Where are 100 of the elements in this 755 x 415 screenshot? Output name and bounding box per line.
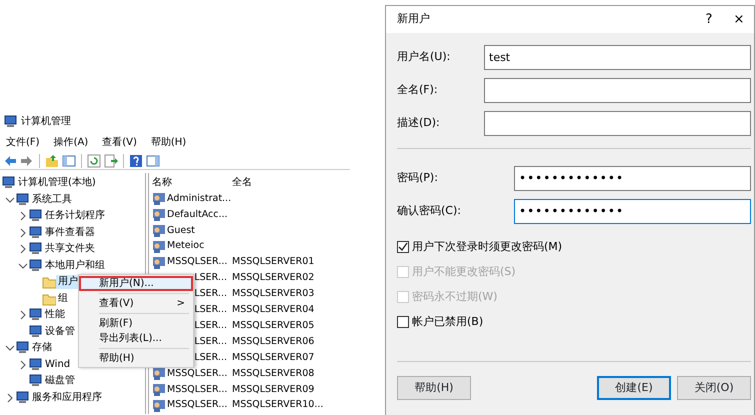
- user-icon: [152, 208, 165, 222]
- back-arrow-icon[interactable]: [3, 154, 17, 168]
- table-cell: MSSQLSERVER04: [232, 304, 314, 316]
- column-header[interactable]: 全名: [232, 176, 252, 188]
- tree-item[interactable]: 服务和应用程序: [30, 390, 104, 405]
- collapse-chevron-icon[interactable]: [5, 194, 15, 205]
- table-cell-text: LSER...: [194, 318, 227, 333]
- password-field[interactable]: •••••••••••••: [514, 166, 751, 190]
- collapse-chevron-icon[interactable]: [5, 343, 15, 354]
- tree-node-icon: [16, 192, 30, 207]
- checkbox-label: 用户不能更改密码(S): [412, 264, 516, 280]
- table-cell: MSSQLSERVER08: [232, 368, 314, 379]
- expand-chevron-icon[interactable]: [18, 211, 28, 222]
- table-cell-text: LSER...: [194, 334, 227, 349]
- table-cell: MSSQLSERVER01: [232, 256, 314, 268]
- user-icon: [152, 367, 165, 380]
- expand-chevron-icon[interactable]: [18, 360, 28, 370]
- table-cell-text: Meteioc: [167, 239, 204, 254]
- column-header[interactable]: 名称: [152, 174, 172, 190]
- tree-item[interactable]: Wind: [43, 358, 72, 372]
- menu-item[interactable]: 查看(V) >: [79, 296, 193, 311]
- table-cell: MSSQLSERVER07: [232, 352, 314, 363]
- help-button[interactable]: ?: [694, 10, 724, 30]
- close-button[interactable]: ×: [724, 10, 754, 30]
- table-cell: MSSQLSERVER06: [232, 336, 314, 347]
- menu-item[interactable]: 查看(V): [102, 134, 137, 150]
- tree-item[interactable]: 磁盘管: [43, 374, 77, 388]
- field-label: 确认密码(C):: [397, 202, 462, 219]
- export-icon[interactable]: [104, 154, 118, 168]
- user-icon: [152, 240, 165, 254]
- collapse-chevron-icon[interactable]: [18, 260, 28, 271]
- tree-item[interactable]: 性能: [43, 308, 67, 322]
- field-label: 用户名(U):: [397, 48, 452, 65]
- panel-icon[interactable]: [62, 154, 76, 168]
- tree-item[interactable]: 事件查看器: [43, 226, 97, 240]
- refresh-icon[interactable]: [87, 154, 101, 168]
- tree-node-icon: [29, 324, 43, 339]
- tree-node-icon: [29, 242, 43, 256]
- table-cell: MSSQLSERVER03: [232, 288, 314, 300]
- tree-item[interactable]: 设备管: [43, 324, 77, 339]
- table-cell: LSER...: [194, 287, 227, 302]
- user-icon: [152, 383, 165, 396]
- forward-arrow-icon[interactable]: [20, 154, 34, 168]
- folder-up-icon[interactable]: [45, 154, 59, 168]
- checkbox[interactable]: [397, 316, 409, 328]
- folder-icon: [42, 292, 56, 306]
- table-cell: MSSQLSERVER09: [232, 384, 314, 394]
- table-cell: Guest: [167, 224, 195, 238]
- table-cell: LSER...: [194, 303, 227, 318]
- menu-item[interactable]: 文件(F): [6, 134, 40, 150]
- table-cell-text: Administrat...: [167, 192, 232, 206]
- menu-item[interactable]: 帮助(H): [150, 134, 186, 150]
- dialog-button[interactable]: 创建(E): [597, 376, 671, 400]
- tree-node-icon: [29, 374, 43, 388]
- help-icon[interactable]: [129, 154, 143, 168]
- window-title: 计算机管理: [21, 114, 71, 128]
- table-cell: MSSQLSERVER10...: [232, 399, 324, 410]
- field-label: 描述(D):: [397, 114, 441, 131]
- table-cell: MSSQLSERVER05: [232, 320, 314, 331]
- tree-item[interactable]: 计算机管理(本地): [16, 176, 98, 190]
- expand-chevron-icon[interactable]: [18, 310, 28, 320]
- table-cell-text: LSER...: [194, 271, 227, 286]
- dialog-button[interactable]: 关闭(O): [677, 376, 751, 400]
- tree-node-icon: [29, 358, 43, 372]
- input-field[interactable]: [484, 110, 751, 136]
- expand-chevron-icon[interactable]: [18, 228, 28, 238]
- user-icon: [152, 224, 165, 238]
- checkbox-label: 密码永不过期(W): [412, 288, 498, 305]
- expand-chevron-icon[interactable]: [5, 392, 15, 403]
- menu-item[interactable]: 新用户(N)...: [79, 276, 193, 291]
- expand-chevron-icon[interactable]: [18, 244, 28, 254]
- tree-item[interactable]: 系统工具: [30, 192, 74, 207]
- table-cell-text: MSSQLSER...: [167, 255, 228, 270]
- tree-item[interactable]: 共享文件夹: [43, 242, 97, 256]
- user-icon: [152, 256, 165, 269]
- tree-item[interactable]: 本地用户和组: [43, 258, 107, 273]
- field-label: 全名(F):: [397, 82, 439, 98]
- dialog-button[interactable]: 帮助(H): [397, 376, 471, 400]
- input-field[interactable]: [484, 78, 751, 102]
- tree-item[interactable]: 存储: [30, 341, 54, 356]
- tree-item[interactable]: 任务计划程序: [43, 209, 107, 224]
- checkbox[interactable]: [397, 241, 409, 253]
- table-cell-text: MSSQLSER...: [167, 382, 228, 396]
- table-cell-text: MSSQLSER...: [167, 398, 228, 412]
- tree-node-icon: [16, 390, 30, 405]
- table-cell: DefaultAcc...: [167, 208, 228, 222]
- menu-item[interactable]: 操作(A): [54, 134, 88, 150]
- checkbox-label: 用户下次登录时须更改密码(M): [412, 238, 562, 255]
- tree-item[interactable]: 组: [56, 292, 70, 306]
- menu-item[interactable]: 刷新(F): [79, 316, 193, 331]
- password-field[interactable]: •••••••••••••: [514, 198, 751, 224]
- input-field[interactable]: test: [484, 44, 751, 70]
- tree-item[interactable]: 用户: [56, 275, 80, 290]
- user-icon: [152, 192, 165, 206]
- menu-item[interactable]: 帮助(H): [79, 351, 193, 366]
- menu-item[interactable]: 导出列表(L)...: [79, 331, 193, 346]
- tree-node-icon: [16, 341, 30, 356]
- table-cell: MSSQLSERVER02: [232, 272, 314, 284]
- panel-icon[interactable]: [146, 154, 160, 168]
- checkbox-label: 帐户已禁用(B): [412, 314, 484, 330]
